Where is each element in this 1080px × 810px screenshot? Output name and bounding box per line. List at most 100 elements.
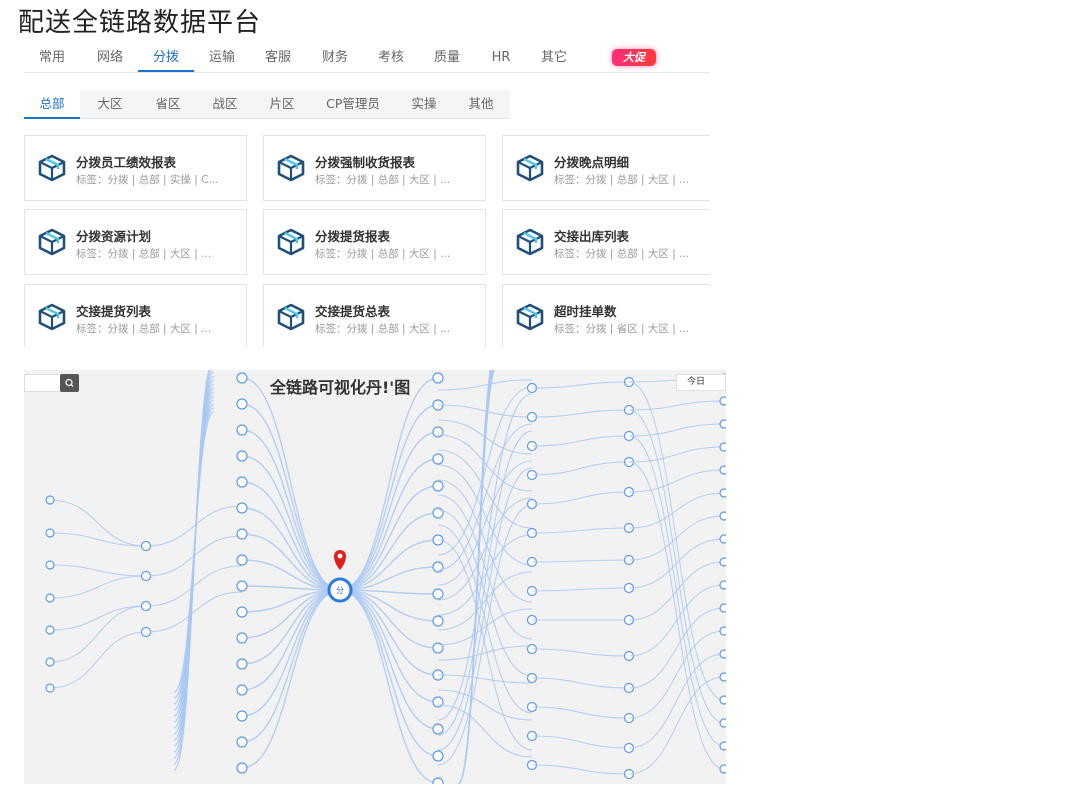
subtab-province[interactable]: 省区 [140,90,196,119]
graph-node[interactable] [45,657,55,667]
graph-node[interactable] [432,372,444,384]
graph-node[interactable] [432,453,444,465]
report-card[interactable]: 分拨晚点明细 标签：分拨 | 总部 | 大区 | ... [502,135,710,201]
graph-node[interactable] [236,632,248,644]
graph-node[interactable] [719,672,726,682]
graph-node[interactable] [236,762,248,774]
viz-search-button[interactable] [60,374,79,392]
report-title: 交接出库列表 [554,229,630,244]
graph-node[interactable] [719,557,726,567]
link-graph[interactable]: 分 [24,370,726,784]
graph-node[interactable] [236,554,248,566]
graph-node[interactable] [236,736,248,748]
report-title: 交接提货总表 [315,304,391,319]
graph-node[interactable] [45,625,55,635]
link-edge [437,608,533,646]
subtab-region[interactable]: 大区 [82,90,138,119]
link-edge [437,430,533,736]
link-edge [145,591,243,633]
graph-node[interactable] [236,658,248,670]
link-edge [241,589,341,769]
graph-node[interactable] [719,465,726,475]
graph-node[interactable] [719,511,726,521]
graph-node[interactable] [236,502,248,514]
tab-other[interactable]: 其它 [532,48,576,72]
report-card[interactable]: 交接提货列表 标签：分拨 | 总部 | 大区 | ... [24,284,247,347]
link-edge [437,674,533,684]
graph-node[interactable] [719,695,726,705]
graph-node[interactable] [719,764,726,774]
subtab-operations[interactable]: 实操 [396,90,452,119]
graph-node[interactable] [719,741,726,751]
link-edge [628,653,725,749]
tab-hr[interactable]: HR [483,48,519,72]
graph-node[interactable] [719,626,726,636]
graph-node[interactable] [719,580,726,590]
subtab-cp-admin[interactable]: CP管理员 [315,90,391,119]
tab-transport[interactable]: 运输 [200,48,244,72]
graph-node[interactable] [236,424,248,436]
graph-node[interactable] [432,777,444,784]
report-card[interactable]: 超时挂单数 标签：分拨 | 省区 | 大区 | ... [502,284,710,347]
graph-node[interactable] [140,626,152,638]
subtab-area[interactable]: 片区 [254,90,310,119]
graph-node[interactable] [719,603,726,613]
tab-quality[interactable]: 质量 [425,48,469,72]
link-edge [339,485,439,591]
graph-node[interactable] [236,476,248,488]
link-edge [241,507,341,591]
graph-node[interactable] [45,495,55,505]
link-edge [339,589,439,649]
promo-badge[interactable]: 大促 [612,49,656,66]
graph-node[interactable] [236,710,248,722]
report-title: 超时挂单数 [554,304,617,319]
graph-node[interactable] [45,683,55,693]
graph-node[interactable] [432,480,444,492]
tab-customer-service[interactable]: 客服 [256,48,300,72]
link-edge [531,587,630,592]
graph-node[interactable] [236,684,248,696]
graph-node[interactable] [236,372,248,384]
graph-node[interactable] [236,450,248,462]
report-title: 分拨晚点明细 [554,155,630,170]
graph-node[interactable] [719,442,726,452]
tab-common[interactable]: 常用 [30,48,74,72]
graph-node[interactable] [140,600,152,612]
graph-node[interactable] [45,528,55,538]
graph-node[interactable] [140,540,152,552]
subtab-headquarters[interactable]: 总部 [24,90,80,119]
report-card[interactable]: 分拨员工绩效报表 标签：分拨 | 总部 | 实操 | C... [24,135,247,201]
report-card[interactable]: 分拨强制收货报表 标签：分拨 | 总部 | 大区 | ... [263,135,486,201]
graph-node[interactable] [719,649,726,659]
link-visualization-panel[interactable]: 分 全链路可视化丹!'图 今日 [24,370,726,784]
graph-node[interactable] [432,723,444,735]
graph-node[interactable] [719,419,726,429]
tab-finance[interactable]: 财务 [313,48,357,72]
graph-node[interactable] [45,560,55,570]
graph-node[interactable] [236,528,248,540]
link-edge [437,379,533,391]
graph-node[interactable] [432,615,444,627]
tab-assessment[interactable]: 考核 [369,48,413,72]
graph-node[interactable] [719,488,726,498]
graph-node[interactable] [236,398,248,410]
graph-node[interactable] [236,606,248,618]
report-card[interactable]: 交接提货总表 标签：分拨 | 总部 | 大区 | ... [263,284,486,347]
graph-node[interactable] [45,593,55,603]
subtab-war-zone[interactable]: 战区 [197,90,253,119]
graph-node[interactable] [432,750,444,762]
report-card[interactable]: 分拨资源计划 标签：分拨 | 总部 | 大区 | ... [24,209,247,275]
subtab-others[interactable]: 其他 [453,90,509,119]
report-tags: 标签：分拨 | 省区 | 大区 | ... [554,323,690,335]
graph-node[interactable] [719,396,726,406]
tab-sorting[interactable]: 分拨 [138,48,194,72]
date-selector[interactable]: 今日 [676,374,726,391]
graph-node[interactable] [719,718,726,728]
graph-node[interactable] [236,580,248,592]
report-card[interactable]: 交接出库列表 标签：分拨 | 总部 | 大区 | ... [502,209,710,275]
graph-node[interactable] [719,534,726,544]
graph-node[interactable] [140,570,152,582]
tab-network[interactable]: 网络 [88,48,132,72]
graph-node[interactable] [432,588,444,600]
report-card[interactable]: 分拨提货报表 标签：分拨 | 总部 | 大区 | ... [263,209,486,275]
